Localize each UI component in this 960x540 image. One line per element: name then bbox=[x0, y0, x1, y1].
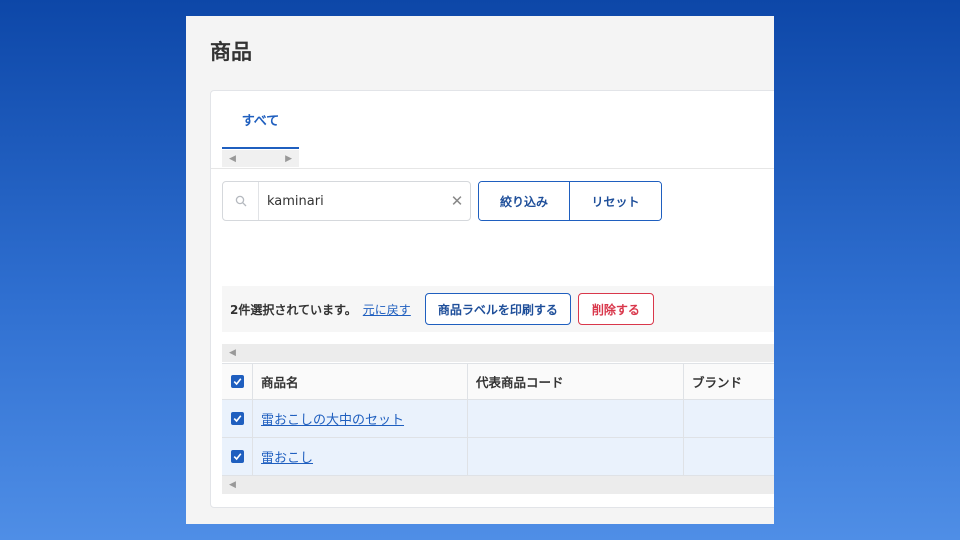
product-code-cell bbox=[468, 438, 684, 475]
reset-button[interactable]: リセット bbox=[570, 182, 661, 220]
column-header-name[interactable]: 商品名 bbox=[253, 364, 468, 399]
filter-button[interactable]: 絞り込み bbox=[479, 182, 570, 220]
print-label-button[interactable]: 商品ラベルを印刷する bbox=[424, 293, 571, 325]
select-all-checkbox[interactable] bbox=[230, 375, 244, 388]
column-header-brand[interactable]: ブランド bbox=[684, 364, 774, 399]
scroll-right-icon[interactable]: ▶ bbox=[285, 154, 292, 164]
product-name-link[interactable]: 雷おこし bbox=[261, 447, 313, 466]
table-bottom-scrollbar[interactable]: ◀ bbox=[222, 476, 774, 494]
scroll-left-icon[interactable]: ◀ bbox=[229, 480, 236, 490]
page-title: 商品 bbox=[210, 40, 252, 64]
tabs-divider bbox=[211, 168, 774, 169]
product-code-cell bbox=[468, 400, 684, 437]
app-window: 商品 すべて ◀ ▶ ✕ 絞り込み リセット 2件選択されています。 元に戻す bbox=[186, 16, 774, 524]
product-name-cell: 雷おこしの大中のセット bbox=[253, 400, 468, 437]
row-checkbox[interactable] bbox=[230, 450, 244, 463]
table-header-row: 商品名 代表商品コード ブランド bbox=[222, 364, 774, 400]
scroll-left-icon[interactable]: ◀ bbox=[229, 348, 236, 358]
row-checkbox-cell bbox=[222, 400, 253, 437]
search-input[interactable] bbox=[259, 182, 444, 220]
selection-count-text: 2件選択されています。 bbox=[230, 302, 357, 317]
product-brand-cell bbox=[684, 438, 774, 475]
product-name-link[interactable]: 雷おこしの大中のセット bbox=[261, 409, 404, 428]
products-table: 商品名 代表商品コード ブランド 雷おこしの大中のセット 雷おこし bbox=[222, 363, 774, 476]
table-top-scrollbar[interactable]: ◀ bbox=[222, 344, 774, 362]
undo-link[interactable]: 元に戻す bbox=[363, 301, 411, 318]
search-box: ✕ bbox=[222, 181, 471, 221]
select-all-cell bbox=[222, 364, 253, 399]
table-row[interactable]: 雷おこし bbox=[222, 438, 774, 476]
tab-scrollbar[interactable]: ◀ ▶ bbox=[222, 150, 299, 167]
delete-button[interactable]: 削除する bbox=[577, 293, 654, 325]
tab-all[interactable]: すべて bbox=[222, 91, 299, 149]
clear-icon[interactable]: ✕ bbox=[444, 182, 470, 220]
bulk-action-bar: 2件選択されています。 元に戻す 商品ラベルを印刷する 削除する bbox=[222, 286, 774, 332]
table-row[interactable]: 雷おこしの大中のセット bbox=[222, 400, 774, 438]
search-icon bbox=[223, 182, 259, 220]
filter-button-group: 絞り込み リセット bbox=[478, 181, 662, 221]
product-name-cell: 雷おこし bbox=[253, 438, 468, 475]
row-checkbox-cell bbox=[222, 438, 253, 475]
column-header-code[interactable]: 代表商品コード bbox=[468, 364, 684, 399]
product-brand-cell bbox=[684, 400, 774, 437]
row-checkbox[interactable] bbox=[230, 412, 244, 425]
products-card: すべて ◀ ▶ ✕ 絞り込み リセット 2件選択されています。 元に戻す 商品ラ… bbox=[210, 90, 774, 508]
scroll-left-icon[interactable]: ◀ bbox=[229, 154, 236, 164]
